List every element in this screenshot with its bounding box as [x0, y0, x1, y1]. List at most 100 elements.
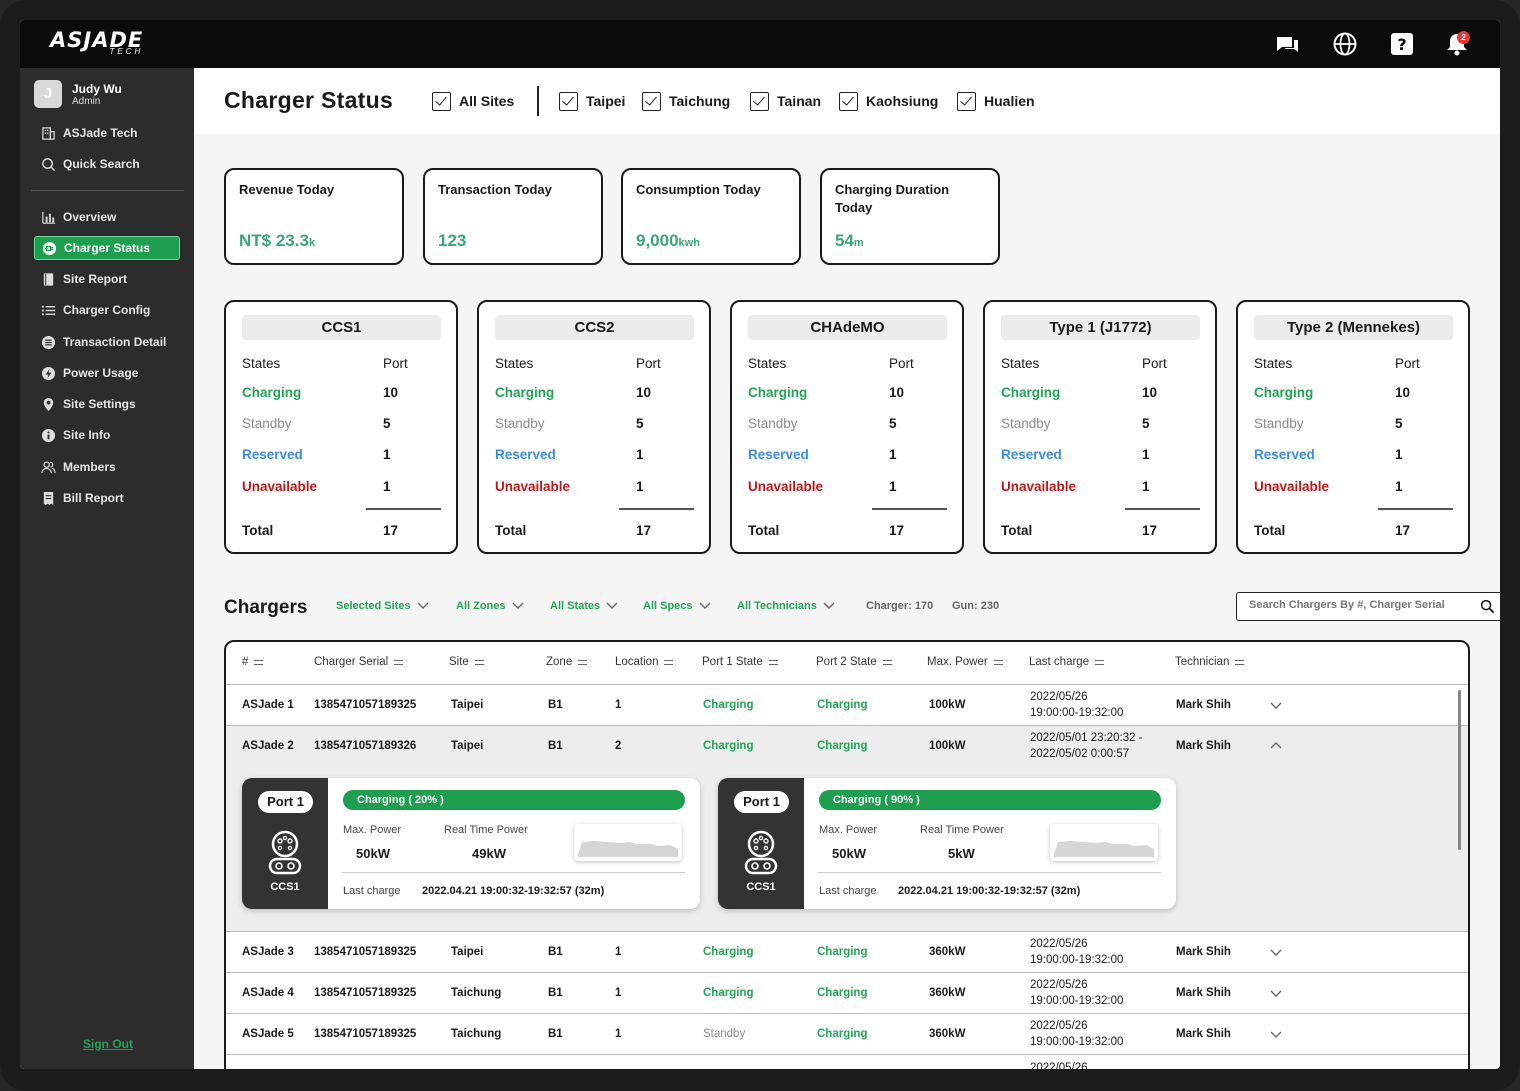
port-card-side: Port 1 CCS1: [718, 778, 804, 909]
filter-specs[interactable]: All Specs: [643, 600, 711, 612]
all-sites-checkbox[interactable]: All Sites: [432, 91, 514, 111]
search-icon[interactable]: [1480, 599, 1495, 614]
sort-icon[interactable]: [882, 659, 892, 665]
port-count: 1: [383, 479, 391, 494]
port-count: 5: [1395, 416, 1403, 431]
brand-logo[interactable]: ASJADE TECH: [50, 29, 143, 56]
gun-count: Gun: 230: [952, 600, 1000, 612]
globe-icon[interactable]: [1332, 31, 1358, 57]
site-checkbox-taipei[interactable]: Taipei: [559, 91, 625, 111]
sort-icon[interactable]: [993, 659, 1003, 665]
sidebar-item-site-settings[interactable]: Site Settings: [34, 392, 180, 416]
cell-last-charge: 2022/05/01 23:20:32 -2022/05/02 0:00:57: [1030, 732, 1143, 760]
avatar[interactable]: J: [34, 80, 62, 108]
column-header-port2[interactable]: Port 2 State: [816, 656, 892, 668]
table-row[interactable]: ASJade 4 1385471057189325 Taichung B1 1 Charg…: [226, 973, 1468, 1014]
state-label: Standby: [242, 416, 292, 431]
column-header-location[interactable]: Location: [615, 656, 674, 668]
table-row[interactable]: ASJade 1 1385471057189325 Taipei B1 1 Chargin…: [226, 685, 1468, 726]
top-bar: ASJADE TECH ? 2: [20, 20, 1500, 68]
chevron-down-icon[interactable]: [1270, 699, 1282, 711]
column-header-last-charge[interactable]: Last charge: [1029, 656, 1105, 668]
sidebar-item-label: Transaction Detail: [63, 335, 167, 349]
sidebar-item-power-usage[interactable]: Power Usage: [34, 361, 180, 385]
sign-out-link[interactable]: Sign Out: [83, 1037, 133, 1051]
chevron-down-icon[interactable]: [1270, 987, 1282, 999]
column-header-serial[interactable]: Charger Serial: [314, 656, 404, 668]
site-checkbox-kaohsiung[interactable]: Kaohsiung: [839, 91, 938, 111]
chat-icon[interactable]: [1274, 31, 1300, 57]
table-scrollbar[interactable]: [1458, 690, 1461, 850]
sort-icon[interactable]: [474, 659, 484, 665]
checkbox-checked-icon: [642, 91, 661, 111]
chevron-up-icon[interactable]: [1270, 740, 1282, 752]
sidebar-item-site-info[interactable]: Site Info: [34, 423, 180, 447]
sidebar-item-label: Charger Config: [63, 303, 151, 317]
sidebar-item-overview[interactable]: Overview: [34, 205, 180, 229]
site-checkbox-tainan[interactable]: Tainan: [750, 91, 821, 111]
sort-icon[interactable]: [578, 659, 588, 665]
connector-state-row: Standby 5: [242, 416, 422, 434]
chevron-down-icon: [606, 602, 618, 609]
chevron-down-icon[interactable]: [1270, 1028, 1282, 1040]
total-divider: [366, 508, 441, 510]
connector-state-row: Charging 10: [1254, 385, 1434, 403]
port-card-divider: [818, 872, 1161, 873]
port-label: Port 1: [734, 791, 789, 813]
column-header-zone[interactable]: Zone: [546, 656, 588, 668]
sort-icon[interactable]: [394, 659, 404, 665]
sort-icon[interactable]: [768, 659, 778, 665]
filter-states[interactable]: All States: [550, 600, 618, 612]
sort-icon[interactable]: [254, 659, 264, 665]
table-row[interactable]: ASJade 5 1385471057189325 Taichung B1 1 Stand…: [226, 1014, 1468, 1055]
help-icon[interactable]: ?: [1389, 31, 1415, 57]
book-icon: [43, 272, 54, 286]
sidebar-item-charger-status[interactable]: Charger Status: [34, 236, 180, 260]
sidebar-item-asjade-tech[interactable]: ASJade Tech: [34, 121, 180, 145]
checkbox-label: Taipei: [586, 93, 626, 109]
search-input[interactable]: [1249, 599, 1474, 611]
sort-icon[interactable]: [1095, 659, 1105, 665]
building-icon: [42, 126, 55, 140]
port-count: 1: [1395, 447, 1403, 462]
site-checkbox-hualien[interactable]: Hualien: [957, 91, 1035, 111]
sidebar-item-site-report[interactable]: Site Report: [34, 267, 180, 291]
column-header-power[interactable]: Max. Power: [927, 656, 1003, 668]
checkbox-checked-icon: [957, 91, 976, 111]
column-header-number[interactable]: #: [242, 656, 264, 668]
filter-sites[interactable]: Selected Sites: [336, 600, 429, 612]
state-label: Reserved: [1254, 447, 1315, 462]
sidebar-item-label: Site Settings: [63, 397, 136, 411]
sidebar-item-label: ASJade Tech: [63, 126, 138, 140]
site-checkbox-taichung[interactable]: Taichung: [642, 91, 730, 111]
connector-name: Type 1 (J1772): [1001, 315, 1200, 340]
state-label: Total: [1254, 523, 1286, 538]
sidebar-item-quick-search[interactable]: Quick Search: [34, 152, 180, 176]
sidebar-item-charger-config[interactable]: Charger Config: [34, 298, 180, 322]
column-header-site[interactable]: Site: [449, 656, 484, 668]
checkbox-checked-icon: [432, 91, 451, 111]
state-label: Total: [242, 523, 274, 538]
sort-icon[interactable]: [664, 659, 674, 665]
table-row[interactable]: ASJade 3 1385471057189325 Taipei B1 1 Chargin…: [226, 932, 1468, 973]
bar-chart-icon: [42, 211, 56, 224]
filter-zones[interactable]: All Zones: [456, 600, 524, 612]
column-header-technician[interactable]: Technician: [1175, 656, 1245, 668]
sidebar-item-bill-report[interactable]: Bill Report: [34, 486, 180, 510]
chevron-down-icon[interactable]: [1270, 946, 1282, 958]
max-power-value: 50kW: [356, 846, 390, 861]
cell-technician: Mark Shih: [1176, 946, 1231, 958]
table-row[interactable]: ASJade 2 1385471057189326 Taipei B1 2 Chargin…: [226, 726, 1468, 932]
sidebar-item-label: Bill Report: [63, 491, 124, 505]
sidebar: J Judy Wu Admin ASJade Tech Quick Search…: [20, 68, 194, 1069]
filter-technicians[interactable]: All Technicians: [737, 600, 835, 612]
port-type: CCS1: [270, 881, 300, 893]
sidebar-item-members[interactable]: Members: [34, 455, 180, 479]
cell-technician: Mark Shih: [1176, 740, 1231, 752]
people-icon: [41, 460, 56, 473]
sidebar-item-transaction-detail[interactable]: Transaction Detail: [34, 330, 180, 354]
sort-icon[interactable]: [1235, 659, 1245, 665]
column-header-port1[interactable]: Port 1 State: [702, 656, 778, 668]
state-label: States: [1254, 356, 1293, 371]
port-label: Port 1: [258, 791, 313, 813]
